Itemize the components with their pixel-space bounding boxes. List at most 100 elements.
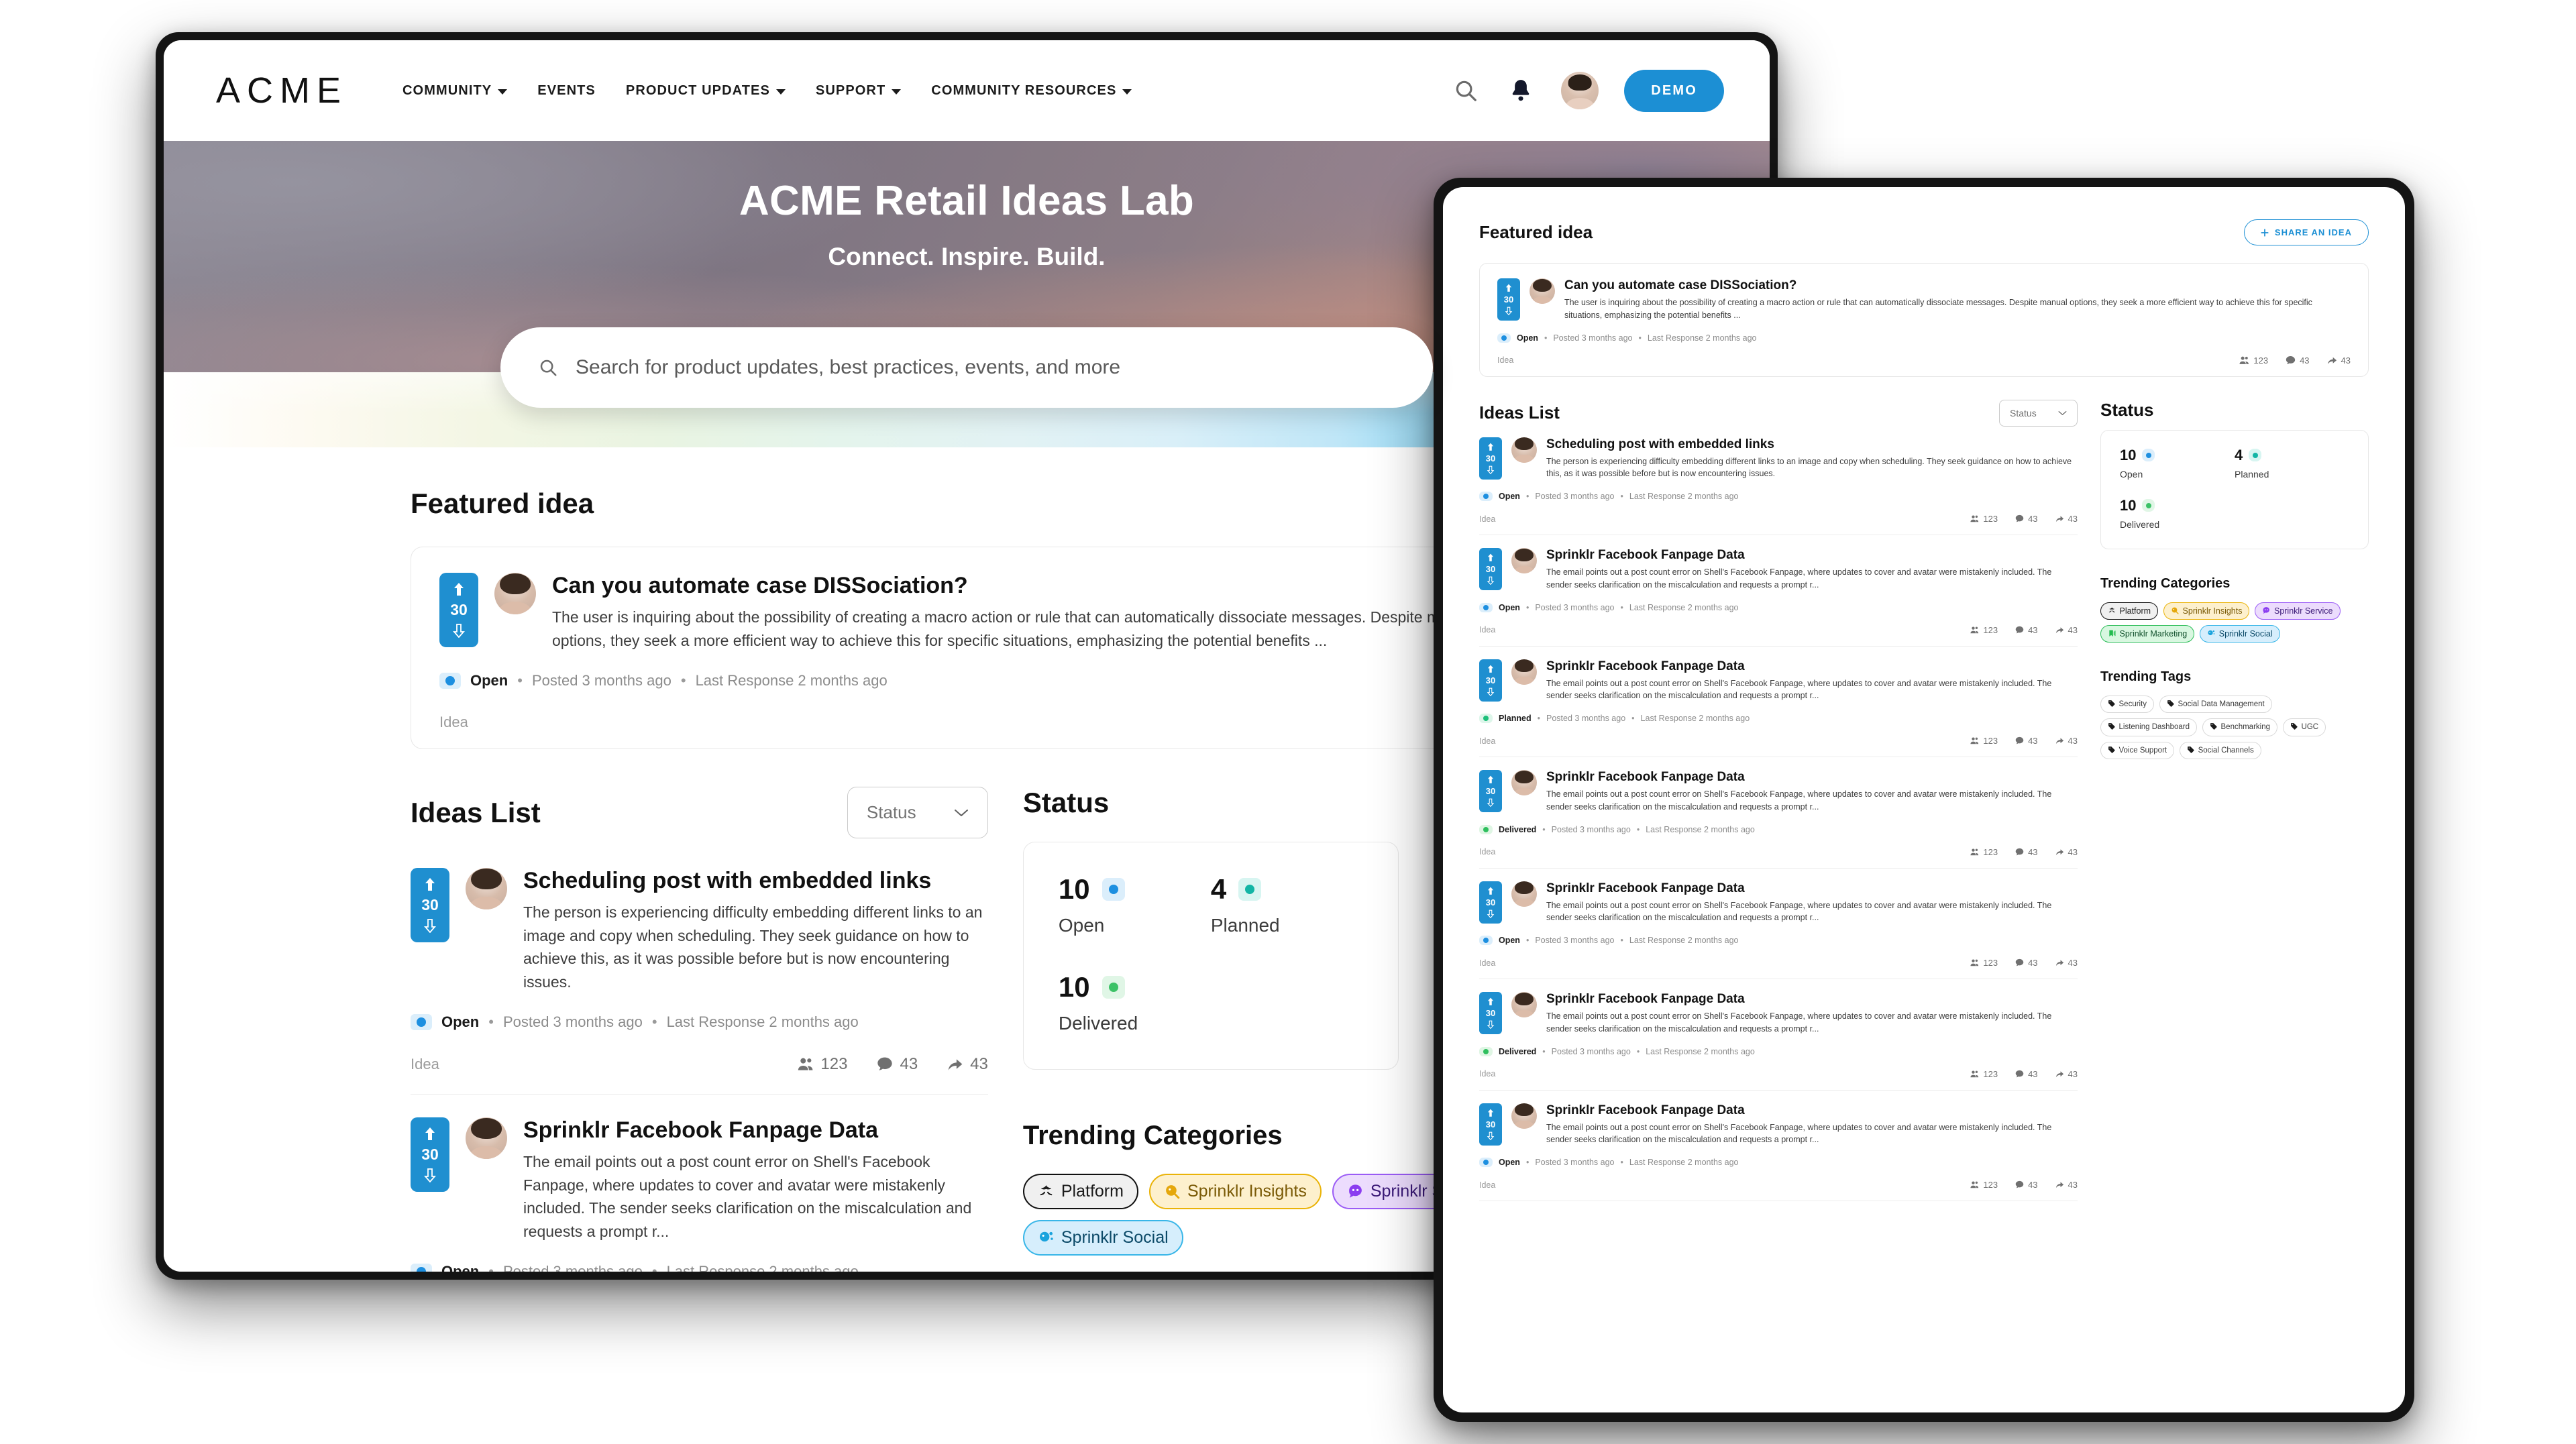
downvote-icon[interactable]: [1487, 687, 1495, 696]
idea-header: 30 Can you automate case DISSociation? T…: [1497, 278, 2351, 322]
nav-item-community-resources[interactable]: COMMUNITY RESOURCES: [931, 83, 1132, 99]
upvote-icon[interactable]: [1487, 1109, 1495, 1117]
idea-list-item[interactable]: 30 Sprinklr Facebook Fanpage Data The emai…: [1479, 979, 2078, 1091]
participants-icon: [798, 1058, 813, 1070]
status-stat-label: Delivered: [1058, 1013, 1138, 1034]
nav-item-community[interactable]: COMMUNITY: [402, 83, 508, 99]
search-input[interactable]: Search for product updates, best practic…: [500, 327, 1433, 408]
vote-widget[interactable]: 30: [411, 868, 449, 942]
downvote-icon[interactable]: [1487, 798, 1495, 807]
category-chip[interactable]: Sprinklr Social: [1022, 1220, 1183, 1256]
tag-chip[interactable]: Social Channels: [2180, 741, 2261, 759]
upvote-icon[interactable]: [452, 582, 466, 597]
upvote-icon[interactable]: [423, 877, 437, 892]
tag-chip[interactable]: UGC: [2283, 718, 2326, 736]
downvote-icon[interactable]: [1487, 909, 1495, 918]
idea-list-item[interactable]: 30 Sprinklr Facebook Fanpage Data The emai…: [1479, 647, 2078, 757]
downvote-icon[interactable]: [1487, 576, 1495, 585]
tag-chip[interactable]: Social Data Management: [2159, 695, 2272, 713]
idea-title[interactable]: Scheduling post with embedded links: [1546, 437, 2078, 452]
upvote-icon[interactable]: [1487, 775, 1495, 784]
posted-date: Posted 3 months ago: [1551, 824, 1631, 834]
tag-chip[interactable]: Listening Dashboard: [2100, 718, 2197, 736]
upvote-icon[interactable]: [1487, 887, 1495, 895]
idea-title[interactable]: Sprinklr Facebook Fanpage Data: [1546, 548, 2078, 563]
upvote-icon[interactable]: [423, 1127, 437, 1142]
category-chip[interactable]: Sprinklr Marketing: [2100, 624, 2195, 643]
featured-idea-card[interactable]: 30 Can you automate case DISSociation? T…: [1479, 263, 2369, 377]
brand-logo[interactable]: ACME: [216, 70, 347, 111]
vote-widget[interactable]: 30: [1479, 659, 1502, 702]
upvote-icon[interactable]: [1505, 284, 1513, 292]
status-stat: 10 Open: [2120, 447, 2235, 480]
downvote-icon[interactable]: [1487, 465, 1495, 474]
demo-button[interactable]: DEMO: [1624, 69, 1724, 112]
idea-title[interactable]: Can you automate case DISSociation?: [552, 573, 1509, 599]
status-filter-label: Status: [866, 802, 916, 822]
idea-title[interactable]: Sprinklr Facebook Fanpage Data: [1546, 1103, 2078, 1118]
chevron-down-icon: [892, 89, 902, 95]
vote-widget[interactable]: 30: [1479, 992, 1502, 1034]
upvote-icon[interactable]: [1487, 997, 1495, 1006]
tag-chip[interactable]: Voice Support: [2100, 741, 2175, 759]
category-chip[interactable]: Sprinklr Social: [2200, 624, 2280, 643]
category-chip[interactable]: Platform: [1022, 1174, 1138, 1209]
vote-widget[interactable]: 30: [411, 1117, 449, 1192]
category-chip-label: Sprinklr Service: [2273, 606, 2333, 616]
upvote-icon[interactable]: [1487, 665, 1495, 673]
site-header: ACME COMMUNITY EVENTS PRODUCT UPDATES SU…: [164, 40, 1770, 141]
status-filter-dropdown[interactable]: Status: [1999, 399, 2078, 427]
idea-list-item[interactable]: 30 Sprinklr Facebook Fanpage Data The emai…: [1479, 535, 2078, 647]
tag-chip[interactable]: Benchmarking: [2202, 718, 2278, 736]
idea-title[interactable]: Scheduling post with embedded links: [523, 868, 988, 894]
vote-widget[interactable]: 30: [1479, 437, 1502, 480]
idea-list-item[interactable]: 30 Sprinklr Facebook Fanpage Data The emai…: [411, 1095, 988, 1272]
avatar[interactable]: [1561, 72, 1599, 109]
downvote-icon[interactable]: [423, 918, 437, 933]
shares-metric: 43: [2055, 514, 2078, 524]
nav-item-product-updates[interactable]: PRODUCT UPDATES: [626, 83, 786, 99]
vote-widget[interactable]: 30: [439, 573, 478, 647]
nav-item-events[interactable]: EVENTS: [537, 83, 596, 99]
category-chip[interactable]: Sprinklr Service: [2255, 602, 2341, 620]
status-filter-dropdown[interactable]: Status: [847, 787, 988, 838]
tag-chip[interactable]: Security: [2100, 695, 2155, 713]
upvote-icon[interactable]: [1487, 553, 1495, 562]
downvote-icon[interactable]: [1487, 1131, 1495, 1140]
idea-list-item[interactable]: 30 Sprinklr Facebook Fanpage Data The emai…: [1479, 869, 2078, 979]
vote-widget[interactable]: 30: [1479, 548, 1502, 590]
idea-list-item[interactable]: 30 Sprinklr Facebook Fanpage Data The emai…: [1479, 1091, 2078, 1201]
vote-widget[interactable]: 30: [1497, 278, 1520, 321]
category-chip[interactable]: Platform: [2100, 602, 2159, 620]
vote-widget[interactable]: 30: [1479, 881, 1502, 924]
search-icon[interactable]: [1451, 76, 1481, 105]
idea-title[interactable]: Sprinklr Facebook Fanpage Data: [523, 1117, 988, 1144]
nav-item-support[interactable]: SUPPORT: [816, 83, 902, 99]
vote-widget[interactable]: 30: [1479, 1103, 1502, 1146]
bell-icon[interactable]: [1506, 76, 1536, 105]
downvote-icon[interactable]: [1505, 307, 1513, 315]
idea-title[interactable]: Can you automate case DISSociation?: [1564, 278, 2351, 293]
vote-widget[interactable]: 30: [1479, 770, 1502, 812]
comments-metric: 43: [2015, 1180, 2038, 1190]
idea-list-item[interactable]: 30 Scheduling post with embedded links The…: [1479, 433, 2078, 535]
downvote-icon[interactable]: [452, 623, 466, 638]
category-chip[interactable]: Sprinklr Insights: [2163, 602, 2250, 620]
idea-title[interactable]: Sprinklr Facebook Fanpage Data: [1546, 992, 2078, 1007]
status-label: Planned: [1499, 714, 1532, 723]
idea-title[interactable]: Sprinklr Facebook Fanpage Data: [1546, 770, 2078, 785]
idea-title[interactable]: Sprinklr Facebook Fanpage Data: [1546, 881, 2078, 896]
downvote-icon[interactable]: [1487, 1020, 1495, 1029]
idea-list-item[interactable]: 30 Scheduling post with embedded links The…: [411, 861, 988, 1095]
share-an-idea-button[interactable]: SHARE AN IDEA: [2243, 219, 2369, 245]
status-label: Open: [1499, 602, 1520, 612]
downvote-icon[interactable]: [423, 1168, 437, 1182]
comment-icon: [877, 1057, 893, 1070]
vote-count: 30: [1485, 1008, 1496, 1018]
tag-icon: [2108, 700, 2116, 710]
featured-idea-card[interactable]: 30 Can you automate case DISSociation? T…: [411, 547, 1538, 749]
idea-title[interactable]: Sprinklr Facebook Fanpage Data: [1546, 659, 2078, 674]
idea-list-item[interactable]: 30 Sprinklr Facebook Fanpage Data The emai…: [1479, 757, 2078, 869]
category-chip[interactable]: Sprinklr Insights: [1148, 1174, 1322, 1209]
upvote-icon[interactable]: [1487, 443, 1495, 451]
